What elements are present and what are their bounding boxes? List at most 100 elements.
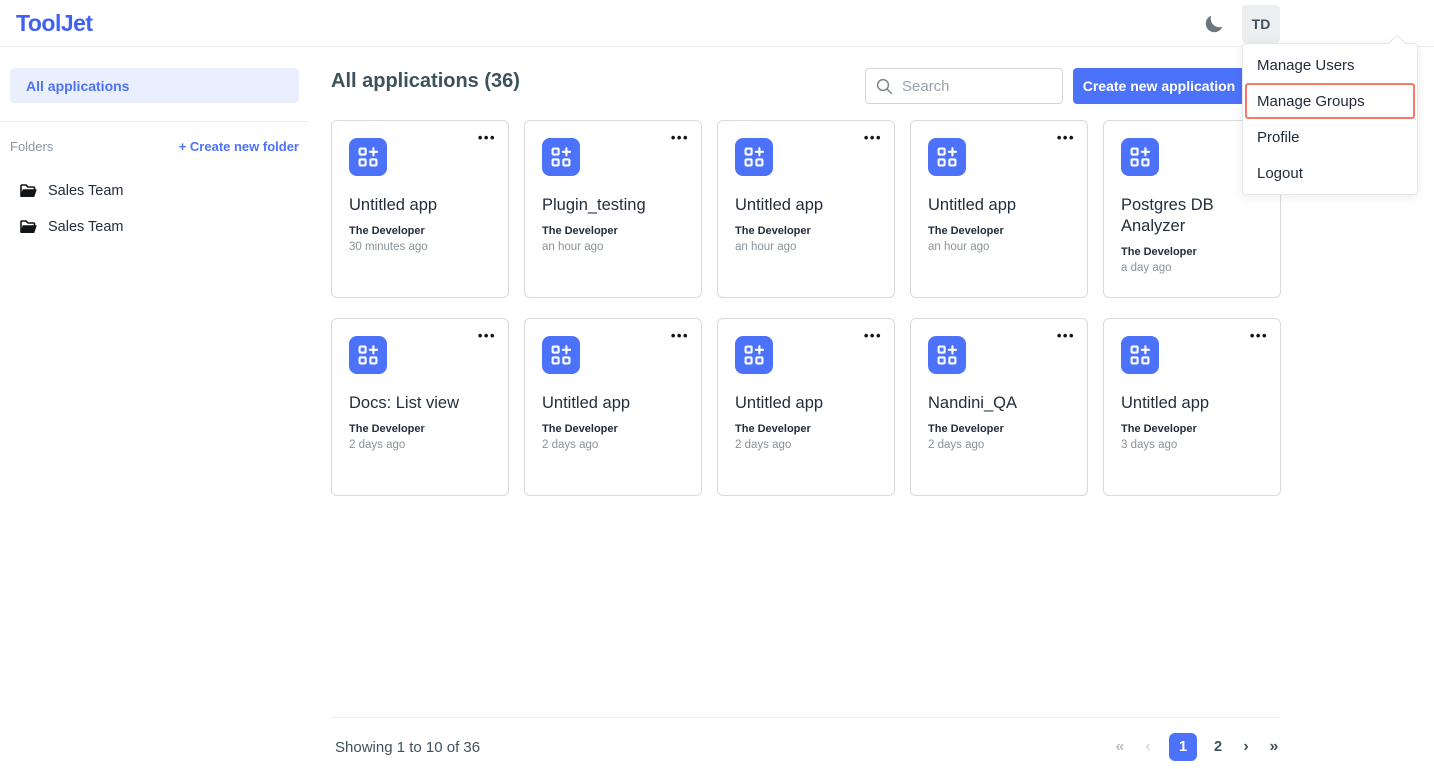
sidebar-folder-item[interactable]: Sales Team — [20, 182, 300, 199]
card-menu-kebab-icon[interactable]: ••• — [1057, 131, 1075, 145]
app-icon — [542, 336, 580, 374]
app-name: Untitled app — [349, 195, 491, 216]
pagination-item[interactable]: » — [1267, 738, 1281, 756]
app-icon — [542, 138, 580, 176]
pagination: « ‹ 12 › » — [1105, 733, 1281, 761]
app-name: Untitled app — [735, 195, 877, 216]
app-squares-plus-icon — [937, 147, 957, 167]
app-icon — [735, 138, 773, 176]
app-owner: The Developer — [349, 225, 491, 237]
folder-icon — [20, 184, 37, 198]
create-new-folder-link[interactable]: + Create new folder — [179, 139, 299, 154]
user-menu-items: Manage UsersManage GroupsProfileLogout — [1243, 47, 1417, 191]
app-updated-time: a day ago — [1121, 262, 1263, 274]
folder-list: Sales Team Sales Team — [20, 182, 300, 254]
app-name: Nandini_QA — [928, 393, 1070, 414]
folder-name: Sales Team — [48, 219, 124, 235]
app-updated-time: 2 days ago — [735, 439, 877, 451]
app-squares-plus-icon — [1130, 147, 1150, 167]
app-icon — [349, 336, 387, 374]
search-icon — [876, 78, 893, 95]
card-menu-kebab-icon[interactable]: ••• — [864, 131, 882, 145]
card-menu-kebab-icon[interactable]: ••• — [671, 131, 689, 145]
user-menu-item-profile[interactable]: Profile — [1243, 119, 1417, 155]
sidebar-divider — [0, 121, 309, 122]
app-squares-plus-icon — [358, 345, 378, 365]
pagination-item[interactable]: « — [1113, 738, 1127, 756]
app-owner: The Developer — [542, 423, 684, 435]
app-squares-plus-icon — [358, 147, 378, 167]
user-menu-item-manage-groups[interactable]: Manage Groups — [1245, 83, 1415, 119]
folder-name: Sales Team — [48, 183, 124, 199]
app-card[interactable]: ••• Untitled app The Developer 30 minute… — [331, 120, 509, 298]
user-dropdown-menu: Manage UsersManage GroupsProfileLogout — [1242, 43, 1418, 195]
create-new-application-button[interactable]: Create new application — [1073, 68, 1245, 104]
app-updated-time: 30 minutes ago — [349, 241, 491, 253]
tooljet-logo: ToolJet — [16, 10, 93, 37]
pagination-item[interactable]: 1 — [1169, 733, 1197, 761]
card-menu-kebab-icon[interactable]: ••• — [478, 329, 496, 343]
app-icon — [1121, 336, 1159, 374]
app-name: Untitled app — [1121, 393, 1263, 414]
sidebar-item-all-applications[interactable]: All applications — [10, 68, 299, 103]
moon-icon — [1202, 12, 1226, 36]
app-card[interactable]: ••• Untitled app The Developer an hour a… — [910, 120, 1088, 298]
app-card[interactable]: ••• Nandini_QA The Developer 2 days ago — [910, 318, 1088, 496]
app-updated-time: an hour ago — [735, 241, 877, 253]
app-name: Untitled app — [735, 393, 877, 414]
app-card[interactable]: ••• Docs: List view The Developer 2 days… — [331, 318, 509, 496]
app-owner: The Developer — [928, 423, 1070, 435]
app-squares-plus-icon — [1130, 345, 1150, 365]
app-icon — [1121, 138, 1159, 176]
page-title: All applications (36) — [331, 70, 520, 93]
card-menu-kebab-icon[interactable]: ••• — [864, 329, 882, 343]
app-name: Untitled app — [542, 393, 684, 414]
card-menu-kebab-icon[interactable]: ••• — [478, 131, 496, 145]
card-menu-kebab-icon[interactable]: ••• — [671, 329, 689, 343]
card-menu-kebab-icon[interactable]: ••• — [1250, 329, 1268, 343]
pagination-item[interactable]: 2 — [1211, 739, 1225, 755]
applications-grid: ••• Untitled app The Developer 30 minute… — [331, 120, 1281, 496]
user-menu-item-manage-users[interactable]: Manage Users — [1243, 47, 1417, 83]
app-card[interactable]: ••• Untitled app The Developer 2 days ag… — [524, 318, 702, 496]
app-card[interactable]: ••• Untitled app The Developer 3 days ag… — [1103, 318, 1281, 496]
app-owner: The Developer — [349, 423, 491, 435]
app-owner: The Developer — [928, 225, 1070, 237]
app-icon — [349, 138, 387, 176]
dark-mode-toggle[interactable] — [1199, 9, 1229, 39]
app-owner: The Developer — [735, 423, 877, 435]
app-name: Plugin_testing — [542, 195, 684, 216]
app-updated-time: 2 days ago — [349, 439, 491, 451]
app-squares-plus-icon — [551, 147, 571, 167]
app-updated-time: 2 days ago — [542, 439, 684, 451]
app-icon — [735, 336, 773, 374]
footer-divider — [331, 717, 1281, 718]
app-name: Docs: List view — [349, 393, 491, 414]
folder-icon — [20, 220, 37, 234]
user-avatar[interactable]: TD — [1242, 5, 1280, 43]
search-box — [865, 68, 1063, 104]
folders-label: Folders — [10, 139, 53, 154]
app-card[interactable]: ••• Untitled app The Developer 2 days ag… — [717, 318, 895, 496]
app-squares-plus-icon — [744, 147, 764, 167]
sidebar-folder-item[interactable]: Sales Team — [20, 218, 300, 235]
pagination-item[interactable]: › — [1239, 738, 1253, 756]
app-name: Untitled app — [928, 195, 1070, 216]
app-card[interactable]: ••• Plugin_testing The Developer an hour… — [524, 120, 702, 298]
app-updated-time: 2 days ago — [928, 439, 1070, 451]
pagination-summary: Showing 1 to 10 of 36 — [335, 739, 480, 756]
app-squares-plus-icon — [551, 345, 571, 365]
app-updated-time: an hour ago — [928, 241, 1070, 253]
app-card[interactable]: ••• Untitled app The Developer an hour a… — [717, 120, 895, 298]
app-updated-time: an hour ago — [542, 241, 684, 253]
card-menu-kebab-icon[interactable]: ••• — [1057, 329, 1075, 343]
app-icon — [928, 336, 966, 374]
app-updated-time: 3 days ago — [1121, 439, 1263, 451]
top-header: ToolJet TD — [0, 0, 1434, 47]
app-name: Postgres DB Analyzer — [1121, 195, 1263, 237]
app-owner: The Developer — [735, 225, 877, 237]
app-owner: The Developer — [542, 225, 684, 237]
search-input[interactable] — [902, 78, 1042, 95]
user-menu-item-logout[interactable]: Logout — [1243, 155, 1417, 191]
pagination-item[interactable]: ‹ — [1141, 738, 1155, 756]
